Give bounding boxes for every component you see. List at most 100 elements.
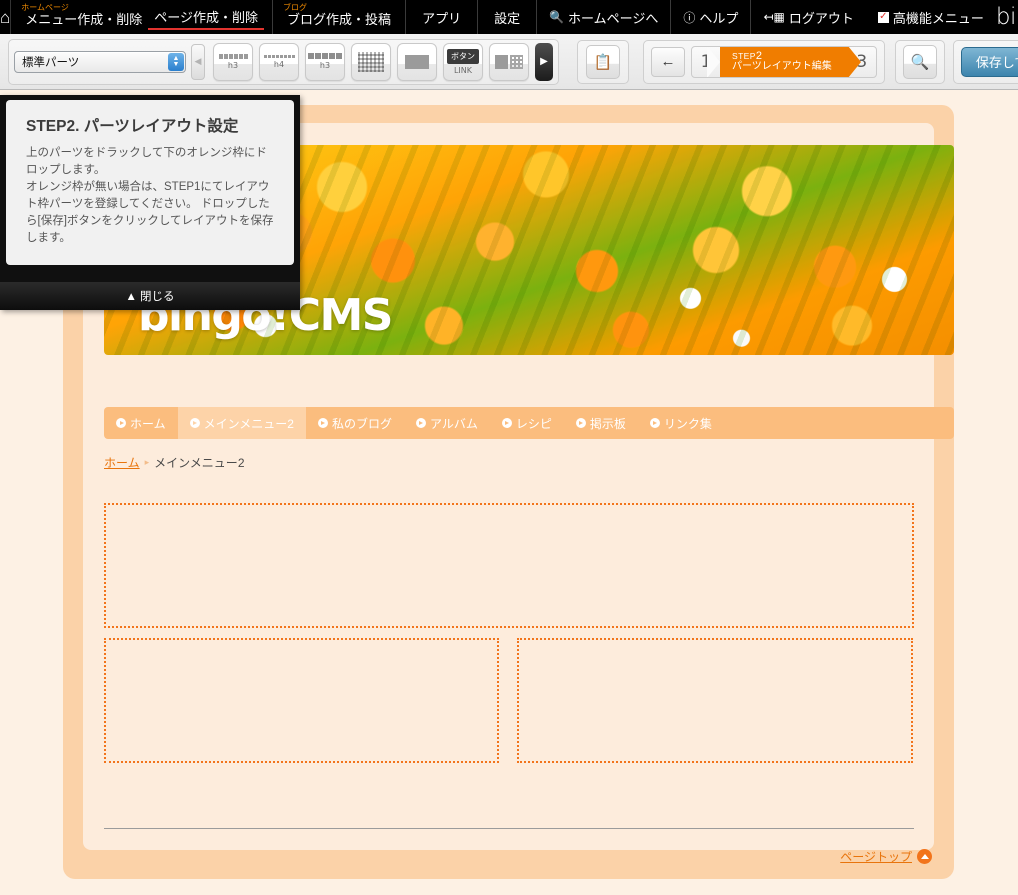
bullet-arrow-icon: [501, 418, 512, 428]
menu-item-logout-label: ログアウト: [788, 10, 854, 26]
help-overlay-panel: STEP2. パーツレイアウト設定 上のパーツをドラックして下のオレンジ枠にドロ…: [0, 95, 300, 310]
help-title: STEP2. パーツレイアウト設定: [26, 118, 239, 135]
part-button-label: LINK: [453, 65, 473, 75]
part-button-label: h3: [319, 61, 331, 70]
select-stepper-icon[interactable]: ▲ ▼: [168, 52, 184, 71]
search-icon: 🔍: [910, 53, 930, 71]
part-button-button-link[interactable]: ボタン LINK: [443, 42, 483, 81]
bullet-arrow-icon: [317, 418, 328, 428]
menu-item-help-label: ヘルプ: [699, 10, 739, 26]
nav-item-recipe[interactable]: レシピ: [490, 407, 564, 439]
brand-logo: bingo!CMS: [995, 4, 1018, 30]
parts-palette-panel: 標準パーツ ▲ ▼ ◀ h3 h4 h3 ボタン LINK ▶: [8, 38, 559, 85]
parts-scroll-right-button[interactable]: ▶: [535, 42, 553, 81]
part-button-label: h3: [227, 60, 239, 70]
button-tag-icon: ボタン: [447, 48, 479, 64]
image-text-icon: [495, 54, 523, 69]
menu-item-advanced-menu-label: 高機能メニュー: [892, 10, 984, 26]
footer-divider: [104, 828, 914, 829]
editor-toolbar: 標準パーツ ▲ ▼ ◀ h3 h4 h3 ボタン LINK ▶ 📋 ← 1 ST…: [0, 34, 1018, 90]
menu-item-apps[interactable]: アプリ: [406, 0, 479, 34]
part-button-heading-h4[interactable]: h4: [259, 42, 299, 81]
menu-group-homepage: ホームページ メニュー作成・削除 ページ作成・削除: [11, 0, 274, 34]
page-top-link[interactable]: ページトップ: [840, 848, 932, 865]
nav-item-label: アルバム: [429, 416, 478, 431]
clipboard-icon: 📋: [593, 53, 613, 71]
bullet-arrow-icon: [415, 418, 426, 428]
nav-item-label: ホーム: [130, 416, 166, 431]
breadcrumb-separator-icon: ▸: [144, 457, 150, 467]
parts-category-select-wrap: 標準パーツ ▲ ▼: [14, 50, 186, 73]
search-icon: 🔍: [549, 10, 565, 24]
part-button-heading-h3[interactable]: h3: [213, 42, 253, 81]
menu-item-goto-homepage-label: ホームページへ: [568, 10, 659, 26]
nav-item-bulletin-board[interactable]: 掲示板: [564, 407, 638, 439]
clipboard-panel: 📋: [577, 39, 629, 84]
menu-item-settings[interactable]: 設定: [478, 0, 538, 34]
step-navigation-panel: ← 1 STEP2 パーツレイアウト編集 3: [643, 39, 885, 84]
nav-item-label: 私のブログ: [331, 416, 392, 431]
help-close-button[interactable]: ▲ 閉じる: [0, 282, 300, 310]
page-top-label: ページトップ: [840, 850, 912, 864]
nav-item-label: レシピ: [515, 416, 552, 431]
part-button-image-text[interactable]: [489, 42, 529, 81]
step-word: STEP: [732, 50, 756, 61]
save-and-next-button[interactable]: 保存して次へ: [960, 46, 1018, 77]
text-grid-icon: [358, 51, 384, 72]
menu-item-logout[interactable]: ↤▦ ログアウト: [751, 0, 865, 34]
heading-bars-wide-icon: [308, 53, 342, 59]
menu-item-help[interactable]: ⓘ ヘルプ: [671, 0, 752, 34]
search-panel: 🔍: [894, 39, 945, 84]
nav-item-label: メインメニュー2: [203, 416, 294, 431]
help-body-line-1: 上のパーツをドラックして下のオレンジ枠にドロップします。: [26, 147, 267, 176]
site-navigation: ホーム メインメニュー2 私のブログ アルバム レシピ 掲示板 リンク集: [104, 407, 954, 439]
part-button-heading-h3-box[interactable]: h3: [305, 42, 345, 81]
bullet-arrow-icon: [189, 418, 200, 428]
step-2-current: STEP2 パーツレイアウト編集: [707, 46, 861, 77]
logout-icon: ↤▦: [763, 10, 785, 24]
step-indicator: 1 STEP2 パーツレイアウト編集 3: [691, 45, 877, 78]
menu-item-goto-homepage[interactable]: 🔍 ホームページへ: [537, 0, 672, 34]
menu-item-create-delete-page[interactable]: ページ作成・削除: [148, 7, 265, 30]
back-button[interactable]: ←: [651, 46, 685, 77]
menu-group-label-blog: ブログ: [283, 3, 308, 12]
search-button[interactable]: 🔍: [902, 44, 937, 79]
heading-bars-icon: [218, 53, 248, 59]
parts-scroll-left-button[interactable]: ◀: [191, 43, 205, 80]
home-button[interactable]: ⌂: [0, 0, 12, 34]
help-body-line-2: オレンジ枠が無い場合は、STEP1にてレイアウト枠パーツを登録してください。 ド…: [26, 181, 274, 244]
menu-group-blog: ブログ ブログ作成・投稿: [273, 0, 407, 34]
layout-drop-frame-right[interactable]: [517, 638, 913, 763]
parts-category-select[interactable]: 標準パーツ: [14, 50, 186, 73]
part-button-text-block[interactable]: [351, 42, 391, 81]
save-panel: 保存して次へ: [952, 39, 1018, 84]
nav-item-main-menu-2[interactable]: メインメニュー2: [177, 407, 306, 439]
bullet-arrow-icon: [116, 418, 126, 428]
nav-item-my-blog[interactable]: 私のブログ: [306, 407, 404, 439]
nav-item-links[interactable]: リンク集: [638, 407, 724, 439]
part-button-image[interactable]: [397, 42, 437, 81]
help-card: STEP2. パーツレイアウト設定 上のパーツをドラックして下のオレンジ枠にドロ…: [6, 100, 294, 265]
info-icon: ⓘ: [683, 10, 696, 25]
menu-group-label-homepage: ホームページ: [21, 3, 69, 12]
menu-item-advanced-menu[interactable]: ✓ 高機能メニュー: [866, 0, 996, 34]
nav-item-label: 掲示板: [589, 416, 626, 431]
nav-item-album[interactable]: アルバム: [404, 407, 490, 439]
step-word-row: STEP2: [732, 50, 832, 61]
checkbox-checked-icon[interactable]: ✓: [877, 11, 889, 23]
top-menu-bar: ⌂ ホームページ メニュー作成・削除 ページ作成・削除 ブログ ブログ作成・投稿…: [0, 0, 1018, 34]
nav-item-label: リンク集: [663, 416, 712, 431]
step-current-label: パーツレイアウト編集: [732, 60, 832, 72]
nav-item-home[interactable]: ホーム: [104, 407, 178, 439]
breadcrumb-current: メインメニュー2: [154, 456, 245, 470]
bullet-arrow-icon: [649, 418, 660, 428]
arrow-up-icon: [917, 849, 932, 864]
layout-drop-frame-top[interactable]: [104, 503, 914, 628]
layout-drop-frame-left[interactable]: [104, 638, 499, 763]
clipboard-button[interactable]: 📋: [586, 44, 620, 79]
home-icon: ⌂: [0, 7, 11, 27]
breadcrumb: ホーム ▸ メインメニュー2: [104, 454, 245, 471]
image-block-icon: [405, 54, 429, 69]
breadcrumb-link-home[interactable]: ホーム: [104, 454, 140, 471]
bullet-arrow-icon: [575, 418, 586, 428]
